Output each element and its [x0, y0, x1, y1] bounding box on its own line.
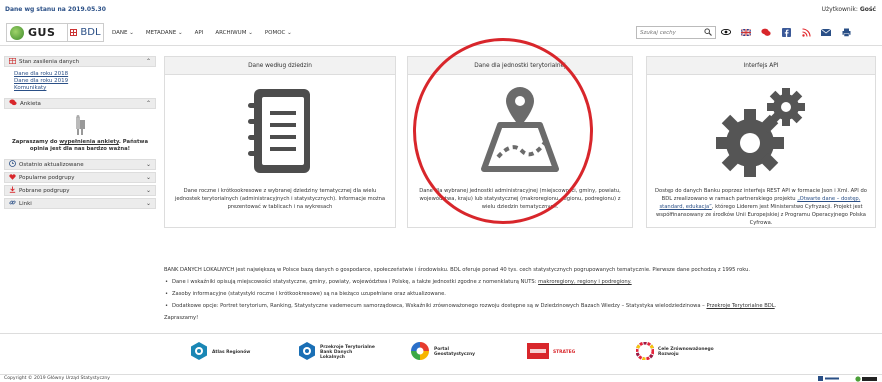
- main-menu: DANE ⌄ METADANE ⌄ API ARCHIWUM ⌄ POMOC ⌄: [112, 20, 304, 46]
- gus-logo[interactable]: GUS: [6, 23, 68, 42]
- chevron-down-icon[interactable]: ⌄: [146, 200, 151, 207]
- tile-dane-dziedzin[interactable]: Dane według dziedzin Dane roczne i krótk…: [164, 56, 396, 228]
- chat-icon[interactable]: [760, 26, 772, 38]
- sidebar-ostatnio-title: Ostatnio aktualizowane: [19, 161, 84, 168]
- top-bar: Dane wg stanu na 2019.05.30 Użytkownik: …: [0, 0, 882, 20]
- sidebar-linki-header[interactable]: Linki ⌄: [4, 198, 156, 209]
- nuts-link[interactable]: makroregiony, regiony i podregiony.: [538, 279, 632, 285]
- menu-dane[interactable]: DANE ⌄: [112, 30, 134, 36]
- partner-geoportal[interactable]: Portal Geostatystyczny: [410, 340, 490, 364]
- download-icon: [9, 186, 16, 195]
- partner-atlas-regionow[interactable]: Atlas Regionów: [190, 340, 250, 364]
- partner-strateg[interactable]: STRATEG: [527, 340, 575, 364]
- przekroje-hexagon-icon: [298, 341, 316, 363]
- info-bullet-2: Zasoby informacyjne (statystyki roczne i…: [164, 288, 876, 300]
- main-navbar: GUS BDL DANE ⌄ METADANE ⌄ API ARCHIWUM ⌄…: [0, 20, 882, 46]
- search-box: [636, 26, 716, 39]
- footer-gus-logo[interactable]: [855, 376, 879, 382]
- mail-icon[interactable]: [820, 26, 832, 38]
- eye-icon[interactable]: [720, 26, 732, 38]
- partner-cele-zrownowazonego-rozwoju[interactable]: Cele Zrównoważonego Rozwoju: [635, 340, 716, 364]
- rss-icon[interactable]: [800, 26, 812, 38]
- search-icon[interactable]: [704, 28, 712, 38]
- user-label: Użytkownik:: [821, 6, 858, 13]
- sidebar-popularne-header[interactable]: Popularne podgrupy ⌄: [4, 172, 156, 183]
- red-highlight-circle: [413, 38, 593, 224]
- sidebar-pobrane-title: Pobrane podgrupy: [19, 187, 70, 194]
- tile-dziedzin-desc: Dane roczne i krótkookresowe z wybranej …: [174, 188, 386, 210]
- ankieta-body: Zapraszamy do wypełnienia ankiety. Państ…: [4, 111, 156, 159]
- info-intro: BANK DANYCH LOKALNYCH jest największą w …: [164, 267, 751, 273]
- bdl-info: BANK DANYCH LOKALNYCH jest największą w …: [164, 264, 876, 324]
- tile-interfejs-api[interactable]: Interfejs API Dostęp do danych Banku pop…: [646, 56, 876, 228]
- search-input[interactable]: [637, 27, 701, 38]
- chevron-down-icon: ⌄: [129, 30, 134, 36]
- user-info: Użytkownik: Gość: [822, 6, 876, 13]
- sidebar-popularne-title: Popularne podgrupy: [19, 174, 75, 181]
- info-bullet-1: Dane i wskaźniki opisują miejscowości st…: [164, 276, 876, 288]
- notebook-icon: [165, 85, 395, 177]
- chevron-down-icon[interactable]: ⌄: [146, 161, 151, 168]
- chevron-down-icon: ⌄: [287, 30, 292, 36]
- footer-eurostat-logo[interactable]: [818, 376, 840, 382]
- bdl-logo[interactable]: BDL: [68, 23, 104, 42]
- sidebar-stan-body: Dane dla roku 2018 Dane dla roku 2019 Ko…: [4, 69, 156, 95]
- bdl-logo-text: BDL: [80, 27, 101, 38]
- atlas-hexagon-icon: [190, 341, 208, 363]
- gus-logo-mark: [10, 25, 24, 40]
- sidebar: Stan zasilenia danych ⌃ Dane dla roku 20…: [4, 56, 156, 211]
- tile-dziedzin-title: Dane według dziedzin: [165, 57, 395, 75]
- chat-icon: [9, 99, 17, 108]
- chevron-up-icon[interactable]: ⌃: [146, 58, 151, 65]
- menu-archiwum[interactable]: ARCHIWUM ⌄: [215, 30, 252, 36]
- uk-flag-icon[interactable]: [740, 26, 752, 38]
- ankieta-link[interactable]: wypełnienia ankiety: [59, 139, 119, 145]
- info-bullet-3: Dodatkowe opcje: Portret terytorium, Ran…: [164, 300, 876, 312]
- copyright-text: Copyright © 2019 Główny Urząd Statystycz…: [4, 376, 111, 381]
- chevron-up-icon[interactable]: ⌃: [146, 100, 151, 107]
- toolbar-icons: [720, 26, 860, 38]
- sidebar-ostatnio-header[interactable]: Ostatnio aktualizowane ⌄: [4, 159, 156, 170]
- link-komunikaty[interactable]: Komunikaty: [14, 85, 148, 92]
- przekroje-link[interactable]: Przekroje Terytorialne BDL: [706, 303, 774, 309]
- clock-icon: [9, 160, 16, 169]
- heart-icon: [9, 173, 16, 182]
- chevron-down-icon: ⌄: [248, 30, 253, 36]
- sidebar-linki-title: Linki: [19, 200, 32, 207]
- chevron-down-icon: ⌄: [178, 30, 183, 36]
- chevron-down-icon[interactable]: ⌄: [146, 174, 151, 181]
- facebook-icon[interactable]: [780, 26, 792, 38]
- link-icon: [9, 199, 16, 208]
- grid-icon: [9, 57, 17, 66]
- data-date: Dane wg stanu na 2019.05.30: [5, 6, 106, 13]
- menu-pomoc[interactable]: POMOC ⌄: [265, 30, 292, 36]
- sidebar-ankieta-title: Ankieta: [20, 100, 41, 107]
- survey-figure-icon: [73, 115, 87, 135]
- tile-api-desc: Dostęp do danych Banku poprzez interfejs…: [655, 188, 867, 226]
- sidebar-pobrane-header[interactable]: Pobrane podgrupy ⌄: [4, 185, 156, 196]
- gus-logo-text: GUS: [28, 26, 56, 39]
- sdg-wheel-icon: [635, 341, 655, 362]
- tile-api-title: Interfejs API: [647, 57, 875, 75]
- geoportal-icon: [410, 341, 430, 363]
- sidebar-stan-header[interactable]: Stan zasilenia danych ⌃: [4, 56, 156, 67]
- info-closing: Zapraszamy!: [164, 315, 199, 321]
- bdl-grid-icon: [70, 29, 78, 36]
- ankieta-text: Zapraszamy do wypełnienia ankiety. Państ…: [11, 139, 149, 152]
- menu-api[interactable]: API: [195, 30, 204, 36]
- link-dane-2018[interactable]: Dane dla roku 2018: [14, 71, 148, 78]
- link-dane-2019[interactable]: Dane dla roku 2019: [14, 78, 148, 85]
- sidebar-stan-title: Stan zasilenia danych: [19, 58, 80, 65]
- sidebar-ankieta-header[interactable]: Ankieta ⌃: [4, 98, 156, 109]
- strateg-logo-icon: [527, 343, 549, 361]
- gears-icon: [647, 85, 875, 177]
- partner-logos: Atlas Regionów Przekroje Terytorialne Ba…: [0, 333, 882, 373]
- menu-metadane[interactable]: METADANE ⌄: [146, 30, 183, 36]
- footer: Copyright © 2019 Główny Urząd Statystycz…: [0, 374, 882, 382]
- chevron-down-icon[interactable]: ⌄: [146, 187, 151, 194]
- printer-icon[interactable]: [840, 26, 852, 38]
- user-name[interactable]: Gość: [860, 6, 876, 13]
- info-list: Dane i wskaźniki opisują miejscowości st…: [164, 276, 876, 312]
- partner-przekroje[interactable]: Przekroje Terytorialne Bank Danych Lokal…: [298, 340, 378, 364]
